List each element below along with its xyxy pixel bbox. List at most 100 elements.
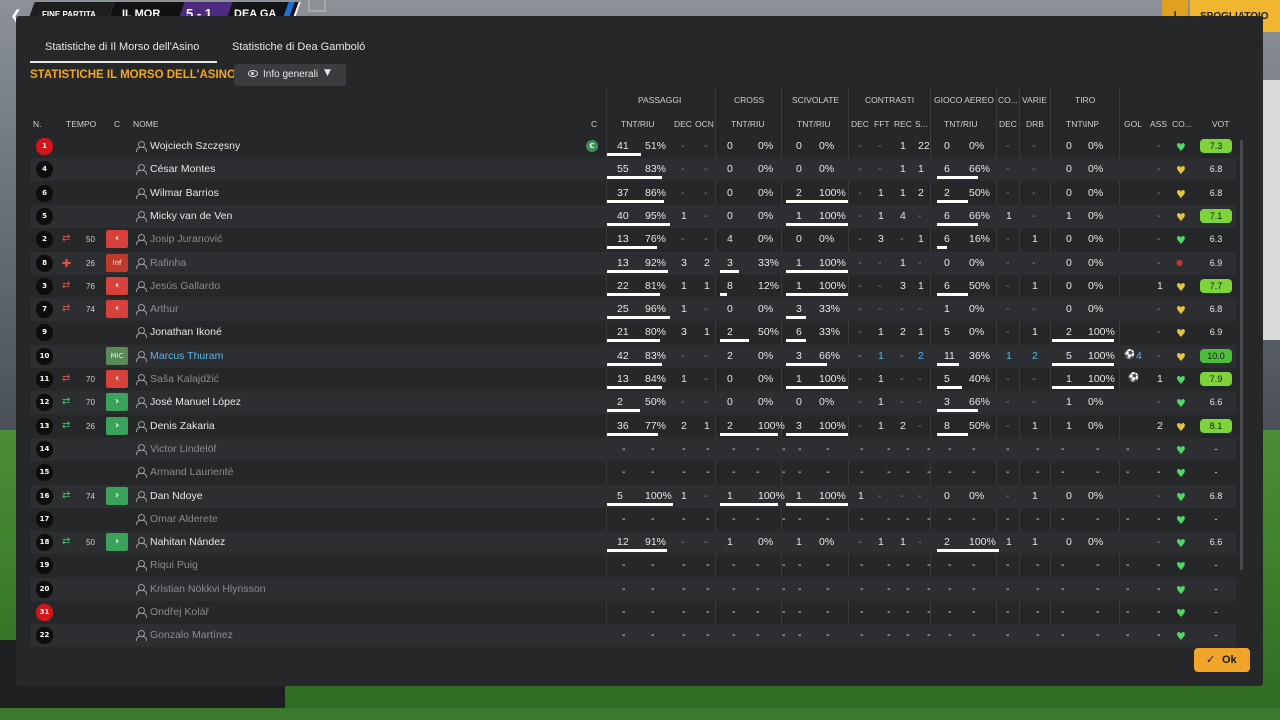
player-name[interactable]: Riqui Puig bbox=[150, 559, 198, 571]
player-name[interactable]: Saša Kalajdžić bbox=[150, 373, 219, 385]
table-row[interactable]: 19 Riqui Puig - - - - - - - - - - - - - - - - - - - - - ♥ - bbox=[30, 554, 1236, 577]
table-row[interactable]: 10 MIC Marcus Thuram 42 83% - -2 0% 3 66% -1-2 11 36… bbox=[30, 344, 1236, 368]
player-rating: 6.8 bbox=[1209, 187, 1223, 198]
table-row[interactable]: 7 ⇄ 74 ‹ Arthur 25 96% 1 - 0 0% 3 33% - - - - 1 0% - - 0 0% - ♥ 6… bbox=[30, 298, 1236, 322]
col-cross-tnt[interactable]: TNT/RIU bbox=[731, 119, 765, 129]
player-name[interactable]: Rafinha bbox=[150, 257, 186, 269]
col-var-drb[interactable]: DRB bbox=[1026, 119, 1044, 129]
table-scrollbar[interactable] bbox=[1240, 140, 1243, 570]
empty-stat: - bbox=[682, 629, 686, 642]
player-name[interactable]: Kristian Nökkvi Hlynsson bbox=[150, 583, 266, 595]
table-row[interactable]: 8 ✚ 26 Inf Rafinha 13 92% 3 2 3 33% 1 100% - -1-0 0% - -0… bbox=[30, 251, 1236, 275]
col-shot-tnt[interactable]: TNT\INP bbox=[1066, 119, 1099, 129]
col-number[interactable]: N. bbox=[33, 119, 42, 129]
group-gioco-aereo: GIOCO AEREO bbox=[934, 95, 994, 105]
table-row[interactable]: 31 Ondřej Kolář - - - - - - - - - - - - - - - - - - - - - ♥ - bbox=[30, 601, 1236, 624]
goal-ball-icon: ⚽ bbox=[1124, 349, 1136, 360]
table-row[interactable]: 14 Victor Lindelöf - - - - - - - - - - - - - - - - - - - - - ♥ - bbox=[30, 437, 1236, 461]
col-air-tnt[interactable]: TNT/RIU bbox=[944, 119, 978, 129]
screen-icon[interactable] bbox=[308, 0, 326, 12]
player-name[interactable]: Nahitan Nández bbox=[150, 536, 225, 548]
con-fft: 1 bbox=[878, 186, 884, 199]
cross-riu: 100% bbox=[758, 419, 785, 432]
player-name[interactable]: Arthur bbox=[150, 303, 179, 315]
stat-bar bbox=[607, 176, 662, 180]
shirt-number: 20 bbox=[36, 580, 53, 598]
table-row[interactable]: 18 ⇄ 50 › Nahitan Nández 12 91% - -1 0% 1 0% -1 1-2 10… bbox=[30, 531, 1236, 555]
col-c2[interactable]: C bbox=[591, 119, 597, 129]
player-rating: - bbox=[1214, 467, 1218, 478]
player-name[interactable]: Ondřej Kolář bbox=[150, 606, 209, 618]
pass-ocn: 1 bbox=[704, 326, 710, 339]
col-con-s[interactable]: S... bbox=[915, 119, 928, 129]
player-name[interactable]: Wojciech Szczęsny bbox=[150, 140, 240, 152]
player-name[interactable]: César Montes bbox=[150, 163, 215, 175]
player-name[interactable]: Micky van de Ven bbox=[150, 210, 232, 222]
player-name[interactable]: Denis Zakaria bbox=[150, 420, 215, 432]
tackle-riu: 0% bbox=[819, 536, 835, 549]
empty-stat: - bbox=[1157, 442, 1161, 455]
tackle-riu: 0% bbox=[819, 233, 835, 246]
table-row[interactable]: 5 Micky van de Ven 40 95% 1-0 0% 1 100% -1 4-6 66%… bbox=[30, 204, 1236, 228]
player-name[interactable]: Josip Juranović bbox=[150, 233, 222, 245]
pass-tnt: 13 bbox=[617, 233, 629, 246]
person-icon bbox=[136, 374, 147, 385]
player-name[interactable]: Jonathan Ikoné bbox=[150, 326, 222, 338]
col-co[interactable]: CO... bbox=[1172, 119, 1192, 129]
table-row[interactable]: 12 ⇄ 70 › José Manuel López 2 50% - - 0 0% 0 0% - 1 - - 3… bbox=[30, 391, 1236, 415]
col-time[interactable]: TEMPO bbox=[66, 119, 96, 129]
table-row[interactable]: 16 ⇄ 74 › Dan Ndoye 5 100% 1-1 100% 1 100% 1- - -0 0% -… bbox=[30, 484, 1236, 508]
con-dec: - bbox=[858, 256, 862, 269]
player-name[interactable]: Victor Lindelöf bbox=[150, 443, 216, 455]
table-row[interactable]: 22 Gonzalo Martínez - - - - - - - - - - - - - - - - - - - - - ♥… bbox=[30, 624, 1236, 648]
player-name[interactable]: José Manuel López bbox=[150, 396, 241, 408]
player-name[interactable]: Omar Alderete bbox=[150, 513, 218, 525]
empty-stat: - bbox=[948, 582, 952, 595]
col-ass[interactable]: ASS bbox=[1150, 119, 1167, 129]
col-pass-dec[interactable]: DEC bbox=[674, 119, 692, 129]
player-name[interactable]: Dan Ndoye bbox=[150, 490, 203, 502]
col-c[interactable]: C bbox=[114, 119, 120, 129]
pass-dec: 3 bbox=[681, 326, 687, 339]
pass-riu: 51% bbox=[645, 140, 667, 152]
col-co-dec[interactable]: DEC bbox=[999, 119, 1017, 129]
col-con-dec[interactable]: DEC bbox=[851, 119, 869, 129]
co-dec: - bbox=[1006, 279, 1010, 292]
col-con-fft[interactable]: FFT bbox=[874, 119, 890, 129]
table-row[interactable]: 4 César Montes 55 83% - - 0 0% 0 0% - - 1 1 6 66% - - 0 0% -… bbox=[30, 158, 1236, 182]
air-tnt: 6 bbox=[944, 233, 950, 246]
air-riu: 50% bbox=[969, 186, 991, 199]
empty-stat: - bbox=[1061, 512, 1065, 525]
substitution-arrow-icon: ⇄ bbox=[62, 536, 71, 548]
table-row[interactable]: 6 Wilmar Barrios 37 86% - -0 0% 2 100% -1 1 2 2 50% - -… bbox=[30, 182, 1236, 205]
table-row[interactable]: 20 Kristian Nökkvi Hlynsson - - - - - - - - - - - - - -… bbox=[30, 577, 1236, 601]
stat-bar bbox=[937, 432, 968, 436]
table-row[interactable]: 2 ⇄ 50 ‹ Josip Juranović 13 76% - -4 0% 0 0% -3-1 6 16… bbox=[30, 228, 1236, 251]
col-tackle-tnt[interactable]: TNT/RIU bbox=[797, 119, 831, 129]
col-con-rec[interactable]: REC bbox=[894, 119, 912, 129]
player-name[interactable]: Jesús Gallardo bbox=[150, 280, 220, 292]
table-row[interactable]: 9 Jonathan Ikoné 21 80% 3 1 2 50% 6 33% -1 2 1 5 0% -1 2… bbox=[30, 321, 1236, 344]
tab-home-stats[interactable]: Statistiche di Il Morso dell'Asino bbox=[45, 41, 199, 53]
con-dec: - bbox=[858, 349, 862, 362]
sub-minute: 74 bbox=[86, 305, 95, 315]
col-pass-ocn[interactable]: OCN bbox=[695, 119, 714, 129]
col-vot[interactable]: VOT bbox=[1212, 119, 1229, 129]
air-tnt: 5 bbox=[944, 373, 950, 385]
col-name[interactable]: NOME bbox=[133, 119, 159, 129]
table-row[interactable]: 13 ⇄ 26 › Denis Zakaria 36 77% 2 1 2 100% 3 100% -1 2-… bbox=[30, 415, 1236, 438]
player-name[interactable]: Gonzalo Martínez bbox=[150, 629, 233, 641]
table-row[interactable]: 1 Wojciech Szczęsny C 41 51% - - 0 0% 0 0% - - 1 22 0 0%… bbox=[30, 135, 1236, 158]
tab-away-stats[interactable]: Statistiche di Dea Gamboló bbox=[232, 41, 365, 53]
player-name[interactable]: Armand Laurienté bbox=[150, 466, 233, 478]
player-name[interactable]: Marcus Thuram bbox=[150, 350, 223, 362]
cross-riu: 12% bbox=[758, 279, 780, 292]
assists: - bbox=[1157, 209, 1161, 222]
table-row[interactable]: 15 Armand Laurienté - - - - - - - - - - - - - - - - - - - - - ♥… bbox=[30, 461, 1236, 484]
player-name[interactable]: Wilmar Barrios bbox=[150, 187, 219, 199]
col-pass-tnt[interactable]: TNT/RIU bbox=[621, 119, 655, 129]
table-row[interactable]: 3 ⇄ 76 ‹ Jesús Gallardo 22 81% 1 1 8 12% 1 100% - -3 1 6… bbox=[30, 275, 1236, 298]
table-row[interactable]: 17 Omar Alderete - - - - - - - - - - - - - - - - - - - - - ♥ - bbox=[30, 508, 1236, 531]
table-row[interactable]: 11 ⇄ 70 ‹ Saša Kalajdžić 13 84% 1-0 0% 1 100% -1- -5… bbox=[30, 368, 1236, 391]
col-gol[interactable]: GOL bbox=[1124, 119, 1142, 129]
